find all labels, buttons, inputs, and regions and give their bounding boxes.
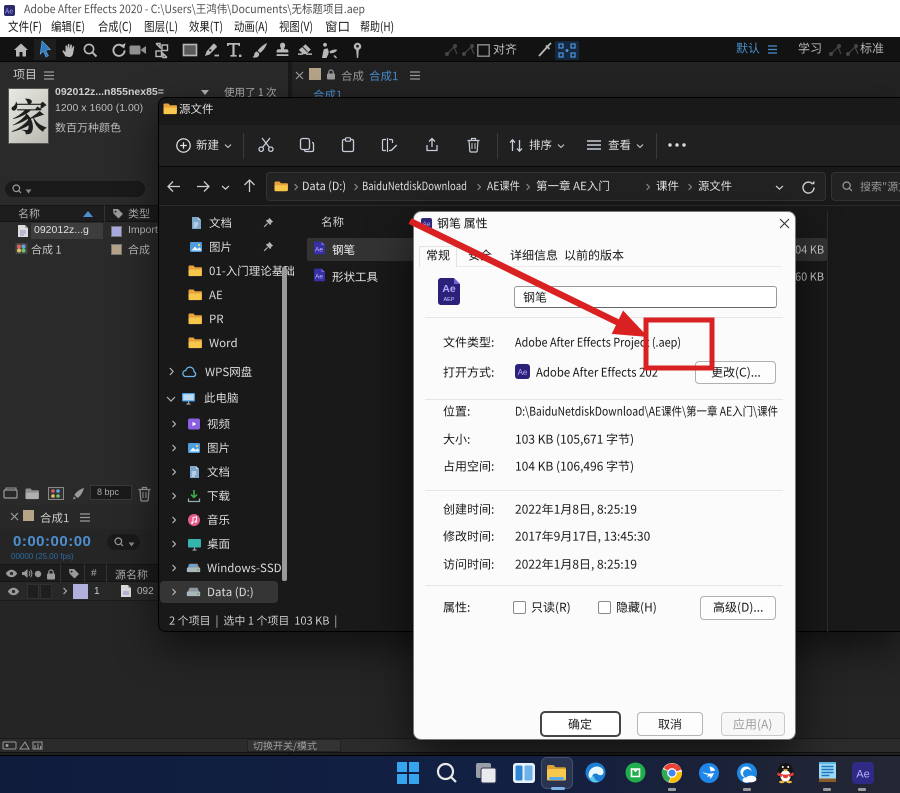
svg-text:Ae: Ae [315, 274, 323, 281]
svg-text:Ae: Ae [856, 769, 869, 781]
svg-text:Ae: Ae [315, 247, 323, 254]
